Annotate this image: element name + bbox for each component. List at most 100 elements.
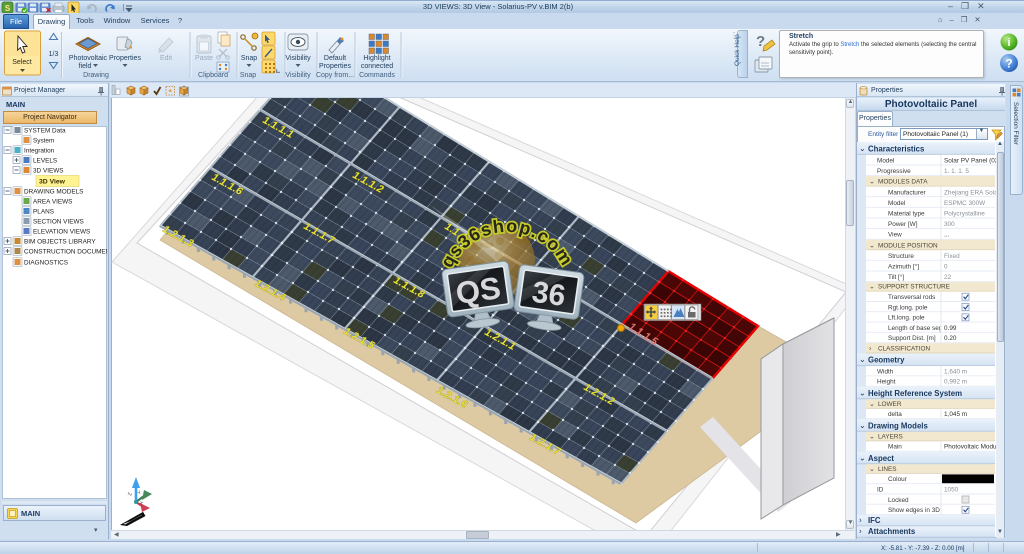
svg-text:Drawing: Drawing (83, 72, 109, 79)
svg-text:Model: Model (888, 200, 905, 207)
svg-text:Fixed: Fixed (944, 253, 960, 260)
svg-text:0: 0 (944, 264, 948, 271)
svg-text:1. 1. 1. 5: 1. 1. 1. 5 (944, 168, 969, 175)
svg-text:Visibility: Visibility (285, 72, 311, 79)
svg-text:Manufacturer: Manufacturer (888, 189, 927, 196)
svg-text:Paste: Paste (195, 55, 213, 62)
svg-text:Edit: Edit (160, 55, 172, 62)
svg-text:Main: Main (888, 444, 902, 451)
svg-text:ESPMC 300W: ESPMC 300W (944, 200, 986, 207)
svg-text:Snap: Snap (240, 72, 256, 79)
svg-text:Characteristics: Characteristics (868, 144, 925, 153)
svg-text:Height: Height (877, 379, 896, 386)
svg-text:0.99: 0.99 (944, 325, 957, 332)
svg-text:LAYERS: LAYERS (878, 433, 903, 440)
svg-text:Select: Select (12, 59, 32, 66)
svg-text:22: 22 (944, 274, 952, 281)
svg-text:System: System (33, 138, 54, 145)
svg-text:delta: delta (888, 411, 902, 418)
svg-text:Zhejiang ERA Solar: Zhejiang ERA Solar (944, 189, 1001, 196)
svg-text:Photovoltaic: Photovoltaic (69, 55, 108, 62)
svg-text:SECTION VIEWS: SECTION VIEWS (33, 219, 84, 226)
svg-text:Length of base segm: Length of base segm (888, 325, 948, 332)
svg-text:Visibility: Visibility (285, 55, 311, 62)
svg-text:Support Dist. [m]: Support Dist. [m] (888, 335, 936, 342)
svg-text:IFC: IFC (868, 516, 881, 525)
svg-text:⌄: ⌄ (869, 433, 875, 440)
svg-text:›: › (859, 527, 862, 536)
svg-text:Model: Model (877, 158, 894, 165)
svg-text:Properties: Properties (319, 63, 351, 70)
svg-text:S: S (5, 4, 11, 13)
svg-text:Copy from...: Copy from... (316, 72, 354, 79)
svg-text:LOWER: LOWER (878, 401, 902, 408)
svg-text:ID: ID (877, 487, 884, 494)
svg-text:›: › (859, 515, 862, 524)
svg-text:SYSTEM Data: SYSTEM Data (24, 128, 66, 135)
svg-text:ELEVATION VIEWS: ELEVATION VIEWS (33, 229, 90, 236)
svg-text:⌄: ⌄ (869, 179, 875, 186)
svg-text:Solar PV Panel (02): Solar PV Panel (02) (944, 158, 1000, 165)
svg-text:300: 300 (944, 221, 955, 228)
svg-text:Highlight: Highlight (363, 55, 390, 62)
svg-text:CLASSIFICATION: CLASSIFICATION (878, 346, 930, 353)
svg-text:Y: Y (137, 489, 144, 496)
svg-text:Photovoltaic Modul: Photovoltaic Modul (944, 444, 998, 451)
svg-text:Structure: Structure (888, 253, 914, 260)
svg-text:MODULES DATA: MODULES DATA (878, 179, 928, 186)
svg-text:connected: connected (361, 63, 393, 70)
svg-text:...: ... (944, 232, 950, 239)
svg-text:QS: QS (454, 270, 503, 311)
svg-text:⌄: ⌄ (859, 388, 866, 397)
svg-text:PLANS: PLANS (33, 209, 54, 216)
svg-text:Width: Width (877, 368, 894, 375)
svg-text:1,045 m: 1,045 m (944, 411, 967, 418)
svg-text:Material type: Material type (888, 211, 925, 218)
svg-text:⌄: ⌄ (869, 466, 875, 473)
svg-text:Rgt.long. pole: Rgt.long. pole (888, 304, 928, 311)
svg-text:DRAWING MODELS: DRAWING MODELS (24, 189, 83, 196)
svg-text:Azimuth [°]: Azimuth [°] (888, 263, 919, 271)
svg-text:⌄: ⌄ (859, 355, 866, 364)
svg-text:Lft.long. pole: Lft.long. pole (888, 315, 925, 322)
svg-text:Z: Z (127, 492, 134, 497)
svg-text:Clipboard: Clipboard (198, 72, 228, 79)
svg-text:CONSTRUCTION DOCUMENTS: CONSTRUCTION DOCUMENTS (24, 249, 107, 256)
svg-text:SUPPORT STRUCTURE: SUPPORT STRUCTURE (878, 284, 950, 291)
svg-text:?: ? (1005, 57, 1012, 71)
svg-text:Tilt [°]: Tilt [°] (888, 273, 904, 281)
svg-text:BIM OBJECTS LIBRARY: BIM OBJECTS LIBRARY (24, 239, 96, 246)
svg-text:36: 36 (530, 276, 568, 313)
svg-text:Geometry: Geometry (868, 356, 905, 365)
svg-text:⌄: ⌄ (869, 242, 875, 249)
svg-text:LINES: LINES (878, 466, 896, 473)
svg-text:1/3: 1/3 (49, 51, 59, 58)
svg-text:1050: 1050 (944, 487, 959, 494)
svg-text:Default: Default (324, 55, 346, 62)
svg-text:i: i (1007, 37, 1010, 49)
svg-text:Drawing Models: Drawing Models (868, 421, 928, 430)
svg-text:3D VIEWS: 3D VIEWS (33, 168, 64, 175)
svg-text:DIAGNOSTICS: DIAGNOSTICS (24, 260, 68, 267)
svg-text:MODULE POSITION: MODULE POSITION (878, 242, 938, 249)
svg-text:AREA VIEWS: AREA VIEWS (33, 199, 72, 206)
svg-text:⌄: ⌄ (859, 453, 866, 462)
svg-text:Snap: Snap (241, 55, 257, 62)
svg-text:Locked: Locked (888, 497, 909, 504)
svg-text:Show edges in 3D: Show edges in 3D (888, 507, 940, 514)
svg-text:3D View: 3D View (39, 179, 66, 186)
svg-text:field: field (79, 63, 92, 70)
svg-text:Polycrystalline: Polycrystalline (944, 211, 985, 218)
svg-text:⌄: ⌄ (869, 284, 875, 291)
svg-text:Power [W]: Power [W] (888, 221, 918, 228)
svg-text:Progressive: Progressive (877, 168, 911, 175)
svg-text:Aspect: Aspect (868, 454, 894, 463)
svg-text:Colour: Colour (888, 476, 908, 483)
svg-text:Attachments: Attachments (868, 527, 916, 536)
svg-text:Commands: Commands (359, 72, 395, 79)
svg-text:⌄: ⌄ (869, 401, 875, 408)
svg-text:0,992 m: 0,992 m (944, 379, 967, 386)
svg-text:View: View (888, 232, 902, 239)
svg-text:1,640 m: 1,640 m (944, 368, 967, 375)
svg-text:LEVELS: LEVELS (33, 158, 57, 165)
